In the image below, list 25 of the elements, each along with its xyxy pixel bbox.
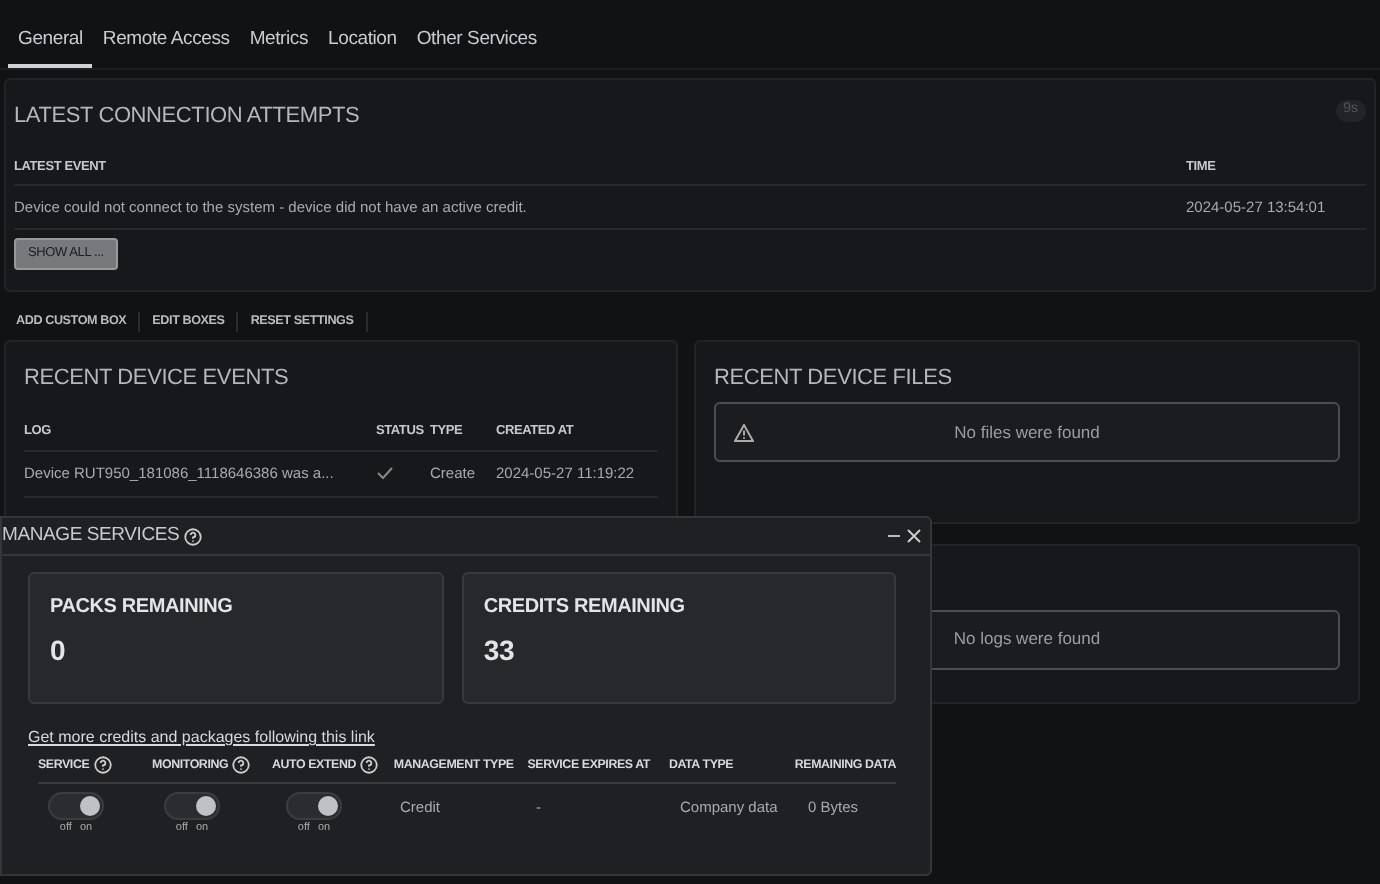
- close-icon[interactable]: [906, 528, 922, 544]
- panel-title: RECENT DEVICE EVENTS: [24, 363, 291, 394]
- stat-label: PACKS REMAINING: [50, 594, 235, 622]
- help-icon[interactable]: [93, 756, 112, 775]
- stat-label: CREDITS REMAINING: [483, 594, 687, 622]
- stat-value: 33: [483, 632, 517, 670]
- toggle-switch[interactable]: [164, 792, 220, 821]
- notice-text: No files were found: [954, 419, 1100, 446]
- help-icon[interactable]: [232, 756, 251, 775]
- tab[interactable]: Other Services: [406, 22, 547, 69]
- help-icon[interactable]: [360, 756, 378, 775]
- buy-credits-link[interactable]: Get more credits and packages following this link: [28, 726, 375, 750]
- help-icon[interactable]: [183, 527, 202, 545]
- tab[interactable]: Remote Access: [92, 22, 240, 69]
- notice-text: No logs were found: [953, 626, 1101, 653]
- tab[interactable]: Metrics: [239, 22, 319, 69]
- tab[interactable]: General: [8, 22, 93, 69]
- dialog-title: MANAGE SERVICES: [2, 521, 180, 550]
- panel-title: LATEST CONNECTION ATTEMPTS: [14, 102, 360, 133]
- toggle-switch[interactable]: [286, 792, 342, 821]
- panel-title: RECENT DEVICE FILES: [714, 363, 954, 394]
- stat-value: 0: [50, 632, 68, 670]
- toggle-switch[interactable]: [48, 792, 104, 821]
- tab[interactable]: Location: [318, 22, 407, 69]
- warning-icon: [734, 424, 754, 443]
